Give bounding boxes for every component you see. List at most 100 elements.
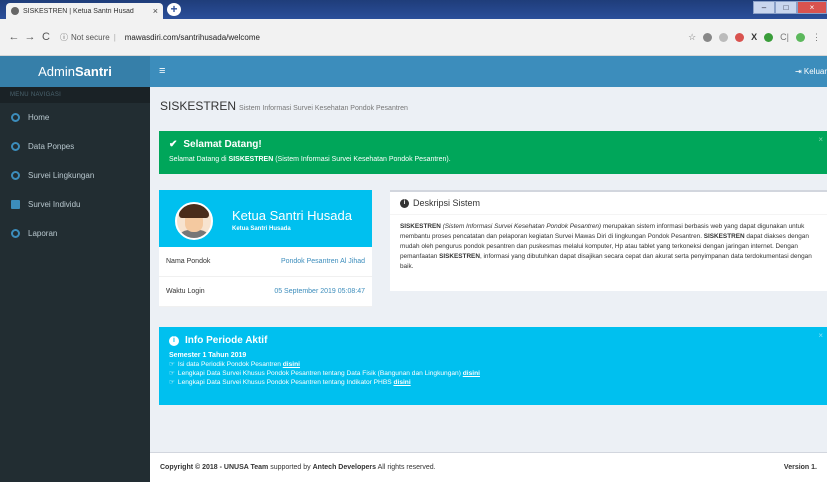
- profile-row-value: Pondok Pesantren Al Jihad: [280, 258, 365, 265]
- sidebar-item-label: Data Ponpes: [28, 142, 75, 151]
- welcome-title: ✔ Selamat Datang!: [169, 139, 817, 150]
- sidebar-item-home[interactable]: Home: [0, 103, 150, 132]
- sidebar-item-label: Survei Lingkungan: [28, 171, 95, 180]
- footer: Copyright © 2018 - UNUSA Team supported …: [150, 452, 827, 482]
- tab-title: SISKESTREN | Ketua Santri Husad: [23, 7, 134, 15]
- description-box: i Deskripsi Sistem SISKESTREN (Sistem In…: [390, 190, 827, 291]
- period-line: ☞ Isi data Periodik Pondok Pesantren disi…: [169, 360, 817, 368]
- description-body: SISKESTREN (Sistem Informasi Survei Kese…: [390, 215, 827, 279]
- logout-icon: ⇥: [794, 67, 804, 76]
- footer-team: UNUSA Team: [223, 464, 269, 471]
- sidebar-item-survei-lingkungan[interactable]: Survei Lingkungan: [0, 161, 150, 190]
- main-content: SISKESTREN Sistem Informasi Survei Keseha…: [150, 87, 827, 482]
- profile-card: Ketua Santri Husada Ketua Santri Husada …: [159, 190, 372, 307]
- info-icon[interactable]: ⓘ: [60, 32, 68, 43]
- sidebar-header: MENU NAVIGASI: [0, 87, 150, 103]
- sidebar-item-label: Survei Individu: [28, 200, 81, 209]
- sidebar-item-survei-individu[interactable]: Survei Individu: [0, 190, 150, 219]
- extension-icon[interactable]: [703, 32, 713, 42]
- info-icon: i: [169, 335, 179, 346]
- browser-tabbar: SISKESTREN | Ketua Santri Husad × + – □ …: [0, 0, 827, 19]
- description-title-text: Deskripsi Sistem: [413, 198, 481, 208]
- welcome-msg-bold: SISKESTREN: [228, 156, 274, 163]
- extension-icon[interactable]: [796, 32, 805, 42]
- period-link[interactable]: disini: [463, 370, 480, 377]
- extension-icon[interactable]: X: [751, 32, 757, 42]
- sidebar: MENU NAVIGASI Home Data Ponpes Survei Li…: [0, 87, 150, 482]
- logo-prefix: Admin: [38, 64, 75, 79]
- profile-row: Waktu Login 05 September 2019 05:08:47: [159, 277, 372, 307]
- hand-point-right-icon: ☞: [169, 379, 175, 386]
- footer-rights: All rights reserved.: [376, 464, 436, 471]
- period-info-box: i Info Periode Aktif Semester 1 Tahun 20…: [159, 327, 827, 405]
- description-bold: SISKESTREN: [400, 223, 441, 230]
- page-title: SISKESTREN Sistem Informasi Survei Keseha…: [160, 99, 408, 113]
- footer-copyright: Copyright © 2018 - UNUSA Team supported …: [160, 464, 436, 471]
- profile-header: Ketua Santri Husada Ketua Santri Husada: [159, 190, 372, 247]
- period-link[interactable]: disini: [283, 361, 300, 368]
- app-navbar: ≡ ⇥ Keluar: [150, 56, 827, 87]
- star-icon[interactable]: ☆: [688, 32, 696, 43]
- not-secure-label: Not secure: [71, 32, 110, 42]
- description-title: i Deskripsi Sistem: [390, 192, 827, 215]
- description-bold: SISKESTREN: [703, 233, 745, 240]
- reload-icon[interactable]: C: [38, 31, 54, 43]
- file-icon: [11, 200, 20, 209]
- description-bold: SISKESTREN: [439, 253, 480, 260]
- sidebar-item-data-ponpes[interactable]: Data Ponpes: [0, 132, 150, 161]
- circle-icon: [11, 142, 20, 151]
- profile-row: Nama Pondok Pondok Pesantren Al Jihad: [159, 247, 372, 277]
- sidebar-item-label: Laporan: [28, 229, 58, 238]
- circle-icon: [11, 113, 20, 122]
- footer-version: Version 1.: [783, 464, 817, 471]
- close-icon[interactable]: ×: [818, 135, 823, 144]
- maximize-icon[interactable]: □: [775, 1, 797, 14]
- welcome-msg-suffix: (Sistem Informasi Survei Kesehatan Pondo…: [273, 156, 451, 163]
- logout-label: Keluar: [803, 67, 827, 76]
- page-title-text: SISKESTREN: [160, 99, 237, 113]
- extension-icon[interactable]: C|: [780, 32, 789, 42]
- browser-tab[interactable]: SISKESTREN | Ketua Santri Husad ×: [6, 3, 163, 19]
- avatar: [175, 202, 213, 240]
- circle-icon: [11, 229, 20, 238]
- sidebar-item-laporan[interactable]: Laporan: [0, 219, 150, 248]
- period-line-text: Lengkapi Data Survei Khusus Pondok Pesan…: [177, 379, 394, 386]
- profile-row-value: 05 September 2019 05:08:47: [274, 288, 365, 295]
- hand-point-right-icon: ☞: [169, 370, 175, 377]
- window-close-icon[interactable]: ×: [797, 1, 827, 14]
- window-controls: – □ ×: [753, 1, 827, 14]
- url-separator: |: [113, 32, 116, 42]
- logout-link[interactable]: ⇥ Keluar: [795, 67, 827, 76]
- browser-addressbar: ← → C ⓘ Not secure | mawasdiri.com/santr…: [0, 19, 827, 56]
- period-line: ☞ Lengkapi Data Survei Khusus Pondok Pesa…: [169, 369, 817, 377]
- menu-icon[interactable]: ⋮: [812, 32, 821, 43]
- close-icon[interactable]: ×: [818, 331, 823, 340]
- extension-icon[interactable]: [719, 32, 729, 42]
- url-text: mawasdiri.com/santrihusada/welcome: [124, 32, 260, 42]
- forward-icon[interactable]: →: [22, 31, 38, 43]
- description-italic: (Sistem Informasi Survei Kesehatan Pondo…: [442, 223, 602, 230]
- period-semester: Semester 1 Tahun 2019: [169, 352, 247, 359]
- back-icon[interactable]: ←: [6, 31, 22, 43]
- profile-role: Ketua Santri Husada: [232, 226, 291, 232]
- extension-icon[interactable]: [735, 32, 745, 42]
- sidebar-toggle-icon[interactable]: ≡: [159, 65, 165, 77]
- period-link[interactable]: disini: [393, 379, 410, 386]
- period-line-text: Lengkapi Data Survei Khusus Pondok Pesan…: [177, 370, 463, 377]
- extension-icons: ☆ X C| ⋮: [688, 32, 821, 43]
- check-icon: ✔: [169, 139, 178, 150]
- page-subtitle: Sistem Informasi Survei Kesehatan Pondok…: [239, 105, 408, 112]
- app-logo[interactable]: AdminSantri: [0, 56, 150, 87]
- circle-icon: [11, 171, 20, 180]
- extension-icon[interactable]: [764, 32, 774, 42]
- footer-dev: Antech Developers: [312, 464, 377, 471]
- new-tab-button[interactable]: +: [167, 3, 181, 16]
- tab-close-icon[interactable]: ×: [153, 6, 158, 16]
- minimize-icon[interactable]: –: [753, 1, 775, 14]
- hand-point-right-icon: ☞: [169, 361, 175, 368]
- welcome-message: Selamat Datang di SISKESTREN (Sistem Inf…: [169, 156, 817, 163]
- sidebar-item-label: Home: [28, 113, 50, 122]
- logo-bold: Santri: [75, 64, 112, 79]
- url-field[interactable]: ⓘ Not secure | mawasdiri.com/santrihusad…: [60, 32, 688, 43]
- welcome-title-text: Selamat Datang!: [183, 139, 262, 150]
